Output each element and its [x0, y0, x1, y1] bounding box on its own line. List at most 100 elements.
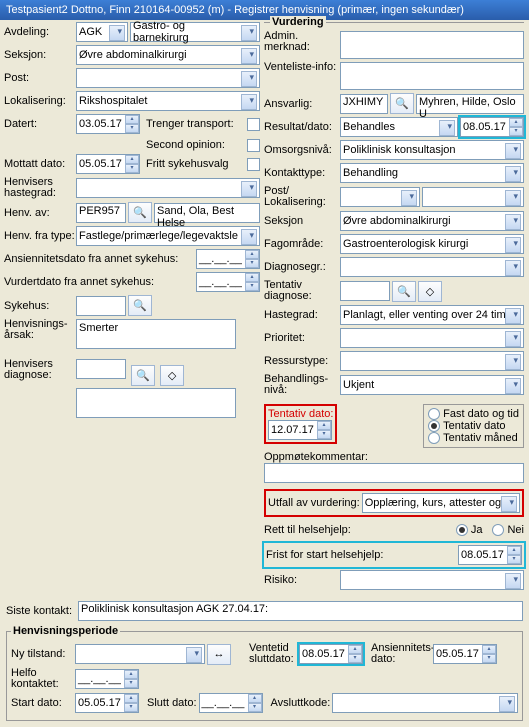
- second-opinion-checkbox[interactable]: [247, 139, 260, 152]
- tentativ-diag-input[interactable]: [340, 281, 390, 301]
- slutt-date[interactable]: __.__.__▴▾: [199, 693, 263, 713]
- mottatt-label: Mottatt dato:: [4, 158, 76, 170]
- resultat-date[interactable]: 08.05.17▴▾: [460, 117, 524, 137]
- radio-fast[interactable]: [428, 408, 440, 420]
- sykehus-input[interactable]: [76, 296, 126, 316]
- datert-label: Datert:: [4, 118, 76, 130]
- left-column: Avdeling: AGK Gastro- og barnekirurg Sek…: [4, 22, 264, 593]
- window-title: Testpasient2 Dottno, Finn 210164-00952 (…: [0, 0, 529, 20]
- helfo-label: Helfo kontaktet:: [11, 668, 75, 690]
- utfall-label: Utfall av vurdering:: [268, 497, 360, 509]
- vurdert-date[interactable]: __.__.__▴▾: [196, 272, 260, 292]
- start-label: Start dato:: [11, 697, 75, 709]
- arsak-label: Henvisnings-årsak:: [4, 319, 76, 341]
- avslutt-select[interactable]: [332, 693, 518, 713]
- sykehus-label: Sykehus:: [4, 300, 76, 312]
- hp-legend: Henvisningsperiode: [11, 625, 120, 637]
- avslutt-label: Avsluttkode:: [271, 697, 331, 709]
- radio-nei[interactable]: [492, 524, 504, 536]
- helfo-date[interactable]: __.__.__▴▾: [75, 669, 139, 689]
- admin-label: Admin. merknad:: [264, 31, 340, 53]
- binoculars-icon[interactable]: 🔍: [390, 93, 414, 114]
- siste-label: Siste kontakt:: [6, 605, 78, 617]
- vurdering-section: Vurdering Admin. merknad: Venteliste-inf…: [264, 22, 524, 593]
- mottatt-date[interactable]: 05.05.17▴▾: [76, 154, 140, 174]
- ressurstype-select[interactable]: [340, 351, 524, 371]
- lok-r-select[interactable]: [422, 187, 524, 207]
- avdeling-select[interactable]: AGK: [76, 22, 128, 42]
- ventetid-label: Ventetid sluttdato:: [249, 643, 299, 665]
- admin-textarea[interactable]: [340, 31, 524, 59]
- henv-av-name[interactable]: Sand, Ola, Best Helse: [154, 203, 260, 223]
- second-opinion-label: Second opinion:: [146, 139, 243, 151]
- tentativ-dato[interactable]: 12.07.17▴▾: [268, 420, 332, 440]
- ansiennitet-date[interactable]: __.__.__▴▾: [196, 249, 260, 269]
- trenger-transport-label: Trenger transport:: [146, 118, 243, 130]
- ansiennitet-label: Ansiennitetsdato fra annet sykehus:: [4, 253, 196, 265]
- fritt-checkbox[interactable]: [247, 158, 260, 171]
- fagomrade-label: Fagområde:: [264, 238, 340, 250]
- expand-icon[interactable]: ↔: [207, 644, 231, 665]
- diagnosegr-select[interactable]: [340, 257, 524, 277]
- ny-tilstand-select[interactable]: [75, 644, 205, 664]
- omsorg-select[interactable]: Poliklinisk konsultasjon: [340, 140, 524, 160]
- henv-fra-type-select[interactable]: Fastlege/primærlege/legevaktsle: [76, 226, 260, 246]
- diag-input[interactable]: [76, 359, 126, 379]
- frist-label: Frist for start helsehjelp:: [266, 549, 458, 561]
- ans-date[interactable]: 05.05.17▴▾: [433, 644, 497, 664]
- resultat-select[interactable]: Behandles: [340, 117, 458, 137]
- hastegrad-select[interactable]: [76, 178, 260, 198]
- ventetid-date[interactable]: 08.05.17▴▾: [299, 644, 363, 664]
- eraser-icon[interactable]: ◇: [160, 365, 184, 386]
- seksjon-r-select[interactable]: Øvre abdominalkirurgi: [340, 211, 524, 231]
- seksjon-label: Seksjon:: [4, 49, 76, 61]
- prioritet-label: Prioritet:: [264, 332, 340, 344]
- diag-textarea[interactable]: [76, 388, 236, 418]
- resultat-label: Resultat/dato:: [264, 121, 340, 133]
- post-select[interactable]: [76, 68, 260, 88]
- datert-date[interactable]: 03.05.17▴▾: [76, 114, 140, 134]
- utfall-select[interactable]: Opplæring, kurs, attester og: [362, 493, 520, 513]
- ansvarlig-name[interactable]: Myhren, Hilde, Oslo U: [416, 94, 524, 114]
- risiko-label: Risiko:: [264, 574, 340, 586]
- start-date[interactable]: 05.05.17▴▾: [75, 693, 139, 713]
- seksjon-r-label: Seksjon: [264, 215, 340, 227]
- radio-tentativ[interactable]: [428, 420, 440, 432]
- frist-date[interactable]: 08.05.17▴▾: [458, 545, 522, 565]
- lokalisering-select[interactable]: Rikshospitalet: [76, 91, 260, 111]
- fagomrade-select[interactable]: Gastroenterologisk kirurgi: [340, 234, 524, 254]
- eraser-icon[interactable]: ◇: [418, 281, 442, 302]
- radio-maned[interactable]: [428, 432, 440, 444]
- post-r-select[interactable]: [340, 187, 420, 207]
- oppmote-input[interactable]: [264, 463, 524, 483]
- post-label: Post:: [4, 72, 76, 84]
- arsak-textarea[interactable]: Smerter: [76, 319, 236, 349]
- siste-input[interactable]: Poliklinisk konsultasjon AGK 27.04.17:: [78, 601, 523, 621]
- henvisningsperiode-section: Henvisningsperiode Ny tilstand: ↔ Ventet…: [6, 625, 523, 721]
- binoculars-icon[interactable]: 🔍: [128, 202, 152, 223]
- binoculars-icon[interactable]: 🔍: [392, 281, 416, 302]
- hastegrad-r-select[interactable]: Planlagt, eller venting over 24 tim: [340, 305, 524, 325]
- slutt-label: Slutt dato:: [147, 697, 197, 709]
- seksjon-select[interactable]: Øvre abdominalkirurgi: [76, 45, 260, 65]
- kontakttype-select[interactable]: Behandling: [340, 163, 524, 183]
- tentativ-diag-label: Tentativ diagnose:: [264, 280, 340, 302]
- venteliste-textarea[interactable]: [340, 62, 524, 90]
- prioritet-select[interactable]: [340, 328, 524, 348]
- oppmote-label: Oppmøtekommentar:: [264, 451, 524, 463]
- henv-av-label: Henv. av:: [4, 207, 76, 219]
- avdeling2-select[interactable]: Gastro- og barnekirurg: [130, 22, 260, 42]
- avdeling-label: Avdeling:: [4, 26, 76, 38]
- trenger-transport-checkbox[interactable]: [247, 118, 260, 131]
- henv-fra-type-label: Henv. fra type:: [4, 230, 76, 242]
- behandling-select[interactable]: Ukjent: [340, 375, 524, 395]
- fritt-label: Fritt sykehusvalg: [146, 158, 243, 170]
- henv-av-code[interactable]: PER957: [76, 203, 126, 223]
- binoculars-icon[interactable]: 🔍: [128, 295, 152, 316]
- ressurstype-label: Ressurstype:: [264, 355, 340, 367]
- risiko-select[interactable]: [340, 570, 524, 590]
- binoculars-icon[interactable]: 🔍: [131, 365, 155, 386]
- radio-ja[interactable]: [456, 524, 468, 536]
- ansvarlig-code[interactable]: JXHIMY: [340, 94, 388, 114]
- rett-label: Rett til helsehjelp:: [264, 524, 456, 536]
